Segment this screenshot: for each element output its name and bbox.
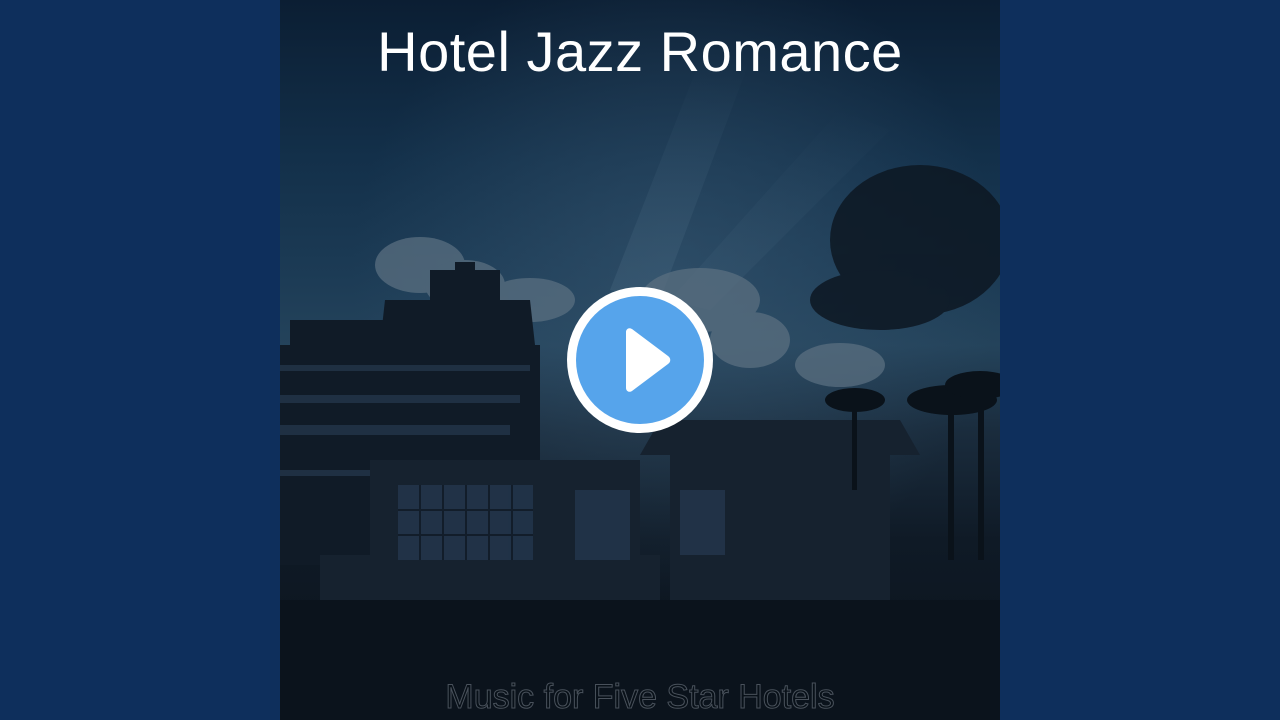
play-button[interactable] <box>567 287 713 433</box>
play-button-fill[interactable] <box>576 296 704 424</box>
play-icon <box>626 328 671 392</box>
video-player[interactable]: Hotel Jazz Romance Music for Five Star H… <box>0 0 1280 720</box>
album-title: Hotel Jazz Romance <box>377 20 903 83</box>
album-subtitle: Music for Five Star Hotels <box>445 678 835 717</box>
